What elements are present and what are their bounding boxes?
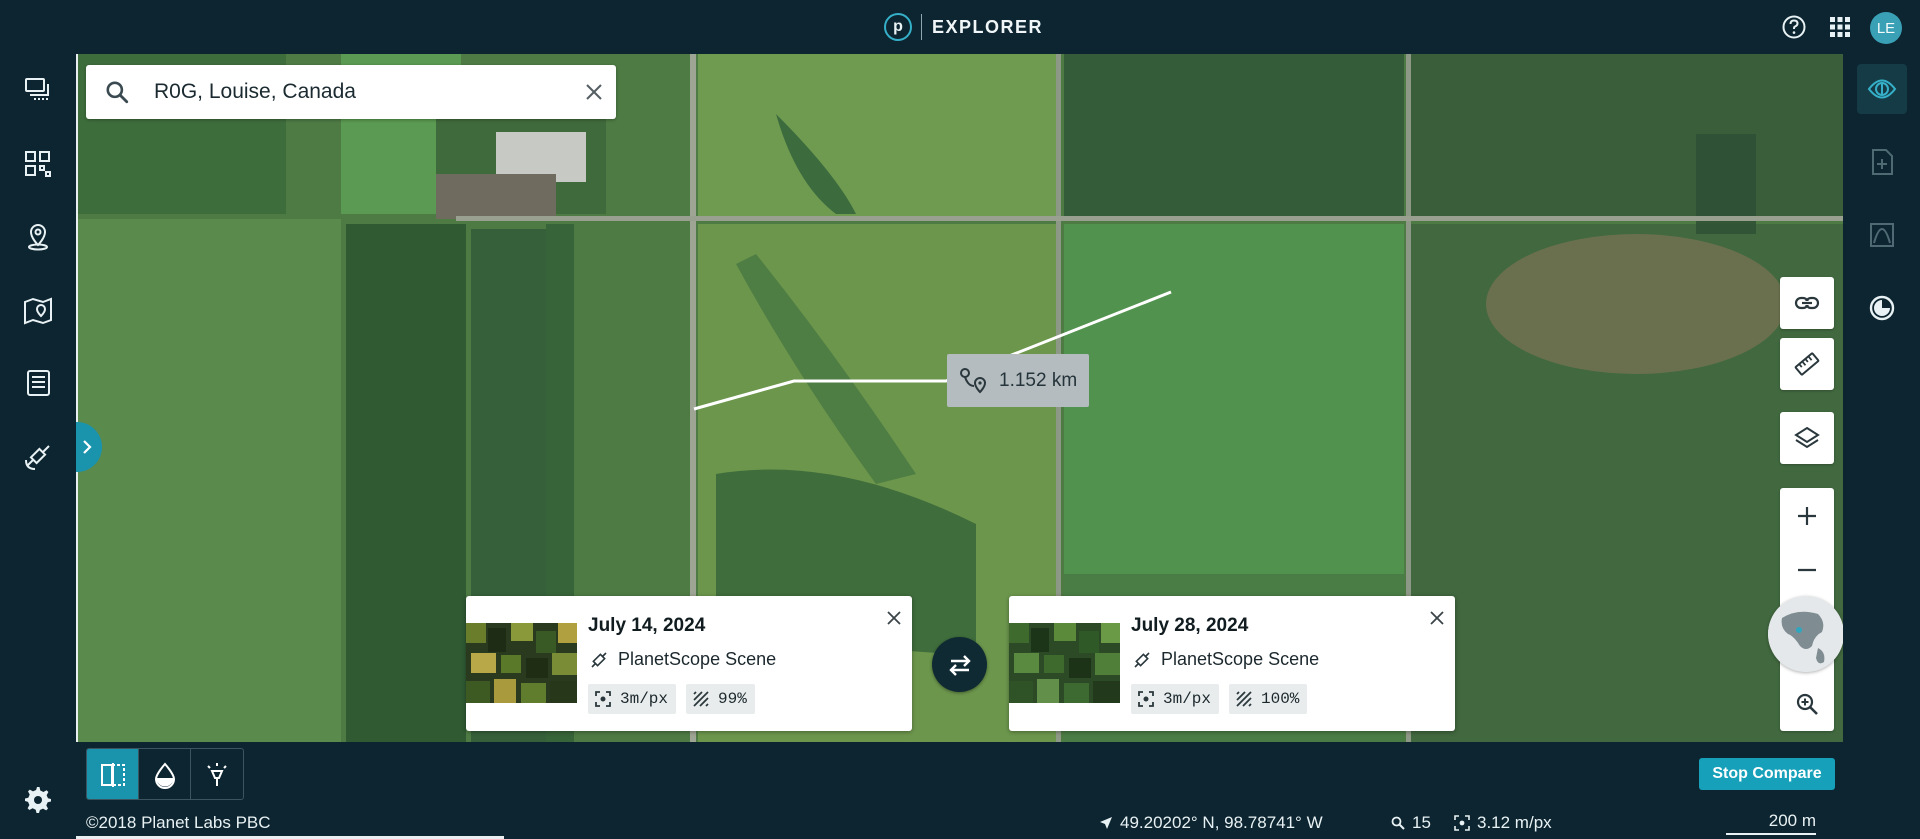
zoom-out-button[interactable] — [1780, 544, 1834, 596]
search-box — [86, 65, 616, 119]
brand: p EXPLORER — [884, 12, 1043, 42]
search-input[interactable] — [154, 72, 574, 112]
resolution-chip: 3m/px — [1131, 684, 1220, 714]
stop-compare-button[interactable]: Stop Compare — [1699, 758, 1835, 790]
zoom-to-area-button[interactable] — [1780, 678, 1834, 730]
coverage-hatch-icon — [693, 691, 709, 707]
search-icon[interactable] — [92, 65, 142, 119]
share-link-button[interactable] — [1780, 277, 1834, 329]
gear-icon[interactable] — [19, 781, 57, 819]
document-list-icon[interactable] — [19, 364, 57, 402]
coverage-chip: 100% — [1229, 684, 1308, 714]
spectrum-chart-icon[interactable] — [1857, 210, 1907, 260]
copyright-text: ©2018 Planet Labs PBC — [86, 813, 271, 832]
ruler-icon — [1794, 352, 1820, 376]
magnifier-icon — [1391, 816, 1405, 830]
swap-arrows-icon — [948, 654, 971, 676]
scenes-stack-icon[interactable] — [19, 71, 57, 109]
scene-thumbnail[interactable] — [466, 623, 577, 703]
zoom-level-readout: 15 — [1391, 813, 1431, 833]
scene-type: PlanetScope Scene — [618, 649, 777, 669]
add-document-icon[interactable] — [1857, 137, 1907, 187]
analysis-orbit-icon[interactable] — [1857, 64, 1907, 114]
compare-scene-card-left: July 14, 2024 PlanetScope Scene 3m/px 99… — [466, 596, 912, 731]
satellite-icon — [1134, 652, 1150, 668]
scale-bar: 200 m — [1726, 811, 1816, 835]
spotlight-icon — [207, 763, 227, 786]
scene-thumbnail[interactable] — [1009, 623, 1120, 703]
mosaic-grid-icon[interactable] — [19, 145, 57, 183]
globe-icon — [1768, 596, 1844, 672]
map-pin-icon[interactable] — [19, 292, 57, 330]
magnifier-plus-icon — [1796, 693, 1818, 715]
explorer-app: 1.152 km July 14, 2024 — [0, 0, 1920, 839]
top-bar: p EXPLORER LE — [0, 0, 1920, 54]
measurement-distance: 1.152 km — [999, 369, 1078, 391]
focus-frame-icon — [1138, 691, 1154, 707]
help-icon[interactable] — [1779, 12, 1809, 42]
close-icon[interactable] — [882, 606, 906, 630]
layers-icon — [1794, 426, 1820, 449]
scene-type: PlanetScope Scene — [1161, 649, 1320, 669]
resolution-readout: 3.12 m/px — [1454, 813, 1552, 833]
user-avatar[interactable]: LE — [1870, 12, 1902, 44]
bottom-toolbar: Stop Compare — [76, 742, 1843, 807]
satellite-icon[interactable] — [19, 438, 57, 476]
measurement-label: 1.152 km — [947, 354, 1089, 407]
compare-scene-card-right: July 28, 2024 PlanetScope Scene 3m/px 10… — [1009, 596, 1455, 731]
planet-logo: p — [884, 13, 912, 41]
scene-date: July 14, 2024 — [588, 615, 706, 636]
focus-frame-icon — [595, 691, 611, 707]
clear-search-icon[interactable] — [574, 65, 614, 119]
link-icon — [1794, 296, 1820, 310]
resolution-chip: 3m/px — [588, 684, 677, 714]
spotlight-button[interactable] — [191, 749, 243, 799]
swap-scenes-button[interactable] — [932, 637, 987, 692]
navigation-arrow-icon — [1099, 816, 1113, 830]
split-view-icon — [100, 763, 125, 787]
route-pin-icon — [947, 354, 999, 407]
satellite-icon — [591, 652, 607, 668]
layers-button[interactable] — [1780, 412, 1834, 464]
contrast-icon[interactable] — [1857, 283, 1907, 333]
location-pin-icon[interactable] — [19, 218, 57, 256]
right-sidebar — [1843, 54, 1920, 839]
water-drop-icon — [154, 762, 175, 789]
coverage-chip: 99% — [686, 684, 755, 714]
apps-grid-icon[interactable] — [1825, 12, 1855, 42]
close-icon[interactable] — [1425, 606, 1449, 630]
measure-ruler-button[interactable] — [1780, 338, 1834, 390]
globe-minimap[interactable] — [1768, 596, 1844, 672]
zoom-in-button[interactable] — [1780, 490, 1834, 542]
compare-mode-group — [86, 748, 244, 800]
scene-date: July 28, 2024 — [1131, 615, 1249, 636]
coverage-hatch-icon — [1236, 691, 1252, 707]
coordinates-readout: 49.20202° N, 98.78741° W — [1099, 813, 1323, 833]
status-bar: ©2018 Planet Labs PBC 49.20202° N, 98.78… — [76, 807, 1843, 839]
focus-frame-icon — [1454, 815, 1470, 831]
chevron-right-icon — [83, 440, 92, 454]
app-title: EXPLORER — [932, 16, 1044, 37]
swipe-opacity-button[interactable] — [139, 749, 191, 799]
brand-divider — [921, 14, 922, 40]
minus-icon — [1798, 568, 1816, 572]
split-view-button[interactable] — [87, 749, 139, 799]
left-sidebar — [0, 54, 76, 839]
plus-icon — [1798, 507, 1816, 525]
